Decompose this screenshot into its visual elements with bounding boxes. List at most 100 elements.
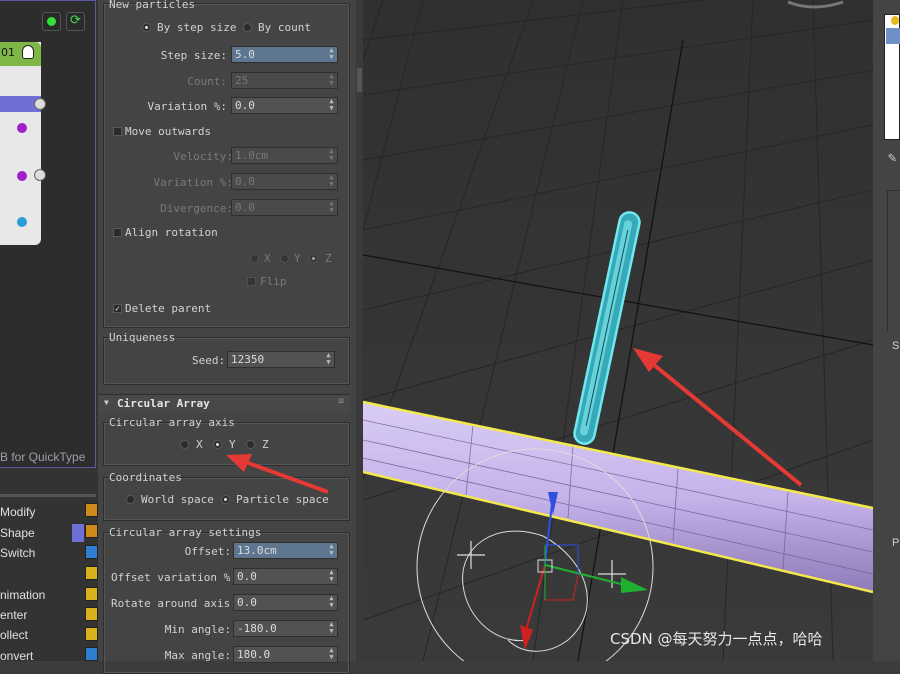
circular-array-rollout-header[interactable]: ▼ Circular Array ≡: [98, 394, 350, 413]
max-angle-label: Max angle:: [164, 649, 231, 662]
min-angle-label: Min angle:: [164, 623, 231, 636]
convert-operator-icon[interactable]: [85, 647, 98, 661]
variation-value: 0.0: [235, 99, 255, 112]
spinner-arrows-icon[interactable]: ▲ ▼: [328, 543, 335, 557]
collect-operator-icon[interactable]: [85, 627, 98, 641]
operator-selection: [72, 524, 84, 542]
spinner-arrows-icon: ▲ ▼: [329, 72, 334, 87]
group-title: Circular array settings: [109, 526, 262, 539]
by-count-radio[interactable]: [243, 23, 252, 32]
rollout-menu-icon[interactable]: ≡: [338, 396, 344, 407]
spinner-arrows-icon: ▲ ▼: [329, 199, 334, 214]
status-green-icon[interactable]: [42, 12, 61, 31]
step-size-spinner[interactable]: 5.0 ▲ ▼: [231, 46, 338, 63]
output-port[interactable]: [34, 169, 46, 181]
variation-spinner[interactable]: 0.0 ▲ ▼: [231, 97, 338, 114]
blue-port[interactable]: [17, 217, 27, 227]
shape-operator-icon[interactable]: [85, 524, 98, 538]
align-y-label: Y: [294, 252, 301, 265]
world-space-radio[interactable]: [126, 495, 135, 504]
rotate-axis-value: 0.0: [237, 596, 257, 609]
by-step-size-label[interactable]: By step size: [157, 21, 236, 34]
min-angle-spinner[interactable]: -180.0 ▲ ▼: [233, 620, 338, 637]
by-step-size-radio-dot[interactable]: [142, 23, 151, 32]
modify-operator-icon[interactable]: [85, 503, 98, 517]
seed-spinner[interactable]: 12350 ▲ ▼: [227, 351, 335, 368]
divergence-label: Divergence:: [160, 202, 233, 215]
move-outwards-label[interactable]: Move outwards: [125, 125, 211, 138]
variation2-value: 0.0: [235, 175, 255, 188]
align-y-radio: [280, 254, 289, 263]
step-size-value: 5.0: [235, 48, 255, 61]
align-x-radio: [250, 254, 259, 263]
count-spinner: 25 ▲ ▼: [231, 72, 338, 89]
panel-divider: [887, 190, 900, 331]
spinner-arrows-icon[interactable]: ▲ ▼: [328, 595, 335, 609]
watermark: CSDN @每天努力一点点，哈哈: [610, 630, 823, 648]
rotate-axis-spinner[interactable]: 0.0 ▲ ▼: [233, 594, 338, 611]
divergence-value: 0.0: [235, 201, 255, 214]
spinner-arrows-icon[interactable]: ▲ ▼: [328, 621, 335, 635]
output-port[interactable]: [34, 98, 46, 110]
operator-list-item[interactable]: enter: [0, 608, 27, 622]
operator-list-item[interactable]: nimation: [0, 588, 45, 602]
purple-port[interactable]: [17, 123, 27, 133]
operator-list-item[interactable]: ollect: [0, 628, 28, 642]
rollout-title[interactable]: Circular Array: [117, 397, 210, 410]
center-operator-icon[interactable]: [85, 607, 98, 621]
align-rotation-checkbox[interactable]: [113, 228, 122, 237]
by-count-label[interactable]: By count: [258, 21, 311, 34]
splitter[interactable]: [0, 494, 96, 497]
delete-parent-label[interactable]: Delete parent: [125, 302, 211, 315]
animation-operator-icon[interactable]: [85, 587, 98, 601]
axis-x-radio[interactable]: [180, 440, 189, 449]
max-angle-value: 180.0: [237, 648, 271, 661]
seed-value: 12350: [231, 353, 265, 366]
operator-list-item[interactable]: Shape: [0, 526, 35, 540]
group-title: Circular array axis: [109, 416, 235, 429]
spinner-arrows-icon[interactable]: ▲ ▼: [328, 98, 335, 112]
viewport-scene[interactable]: [363, 0, 873, 661]
group-title: Coordinates: [109, 471, 182, 484]
pin-icon[interactable]: ✎: [888, 150, 896, 166]
node-title: 01: [1, 46, 15, 59]
3d-viewport[interactable]: [363, 0, 873, 661]
align-x-label: X: [264, 252, 271, 265]
align-rotation-label[interactable]: Align rotation: [125, 226, 218, 239]
animation-operator-icon[interactable]: [85, 566, 98, 580]
switch-operator-icon[interactable]: [85, 545, 98, 559]
lightbulb-icon[interactable]: [22, 45, 34, 59]
spinner-arrows-icon: ▲ ▼: [329, 173, 334, 188]
operator-list-item[interactable]: Switch: [0, 546, 35, 560]
move-outwards-checkbox[interactable]: [113, 127, 122, 136]
variation-label: Variation %:: [147, 100, 227, 113]
max-angle-spinner[interactable]: 180.0 ▲ ▼: [233, 646, 338, 663]
velocity-value: 1.0cm: [235, 149, 269, 162]
purple-port[interactable]: [17, 171, 27, 181]
spinner-arrows-icon[interactable]: ▲ ▼: [328, 569, 335, 583]
selected-item[interactable]: [886, 28, 900, 44]
quicktype-hint: B for QuickType: [0, 450, 86, 464]
spinner-arrows-icon[interactable]: ▲ ▼: [325, 352, 332, 366]
panel-scrollbar[interactable]: [356, 0, 363, 661]
align-z-radio: [309, 254, 318, 263]
rotate-axis-label: Rotate around axis:: [111, 597, 237, 610]
refresh-icon[interactable]: ⟳: [66, 12, 85, 31]
offset-variation-value: 0.0: [237, 570, 257, 583]
collapse-arrow-icon[interactable]: ▼: [104, 398, 109, 407]
spinner-arrows-icon[interactable]: ▲ ▼: [328, 47, 335, 61]
world-space-label[interactable]: World space: [141, 493, 214, 506]
light-icon: [891, 16, 899, 25]
offset-spinner[interactable]: 13.0cm ▲ ▼: [233, 542, 338, 559]
spinner-arrows-icon[interactable]: ▲ ▼: [328, 647, 335, 661]
operator-node-header[interactable]: 01: [0, 42, 41, 66]
operator-node[interactable]: [0, 42, 41, 245]
delete-parent-checkbox[interactable]: ✓: [113, 304, 122, 313]
step-size-label: Step size:: [160, 49, 227, 62]
variation2-label: Variation %:: [153, 176, 233, 189]
operator-list-item[interactable]: Modify: [0, 505, 35, 519]
offset-variation-spinner[interactable]: 0.0 ▲ ▼: [233, 568, 338, 585]
offset-value: 13.0cm: [237, 544, 277, 557]
panel-scrollbar-thumb[interactable]: [357, 68, 362, 92]
axis-x-label[interactable]: X: [196, 438, 203, 451]
